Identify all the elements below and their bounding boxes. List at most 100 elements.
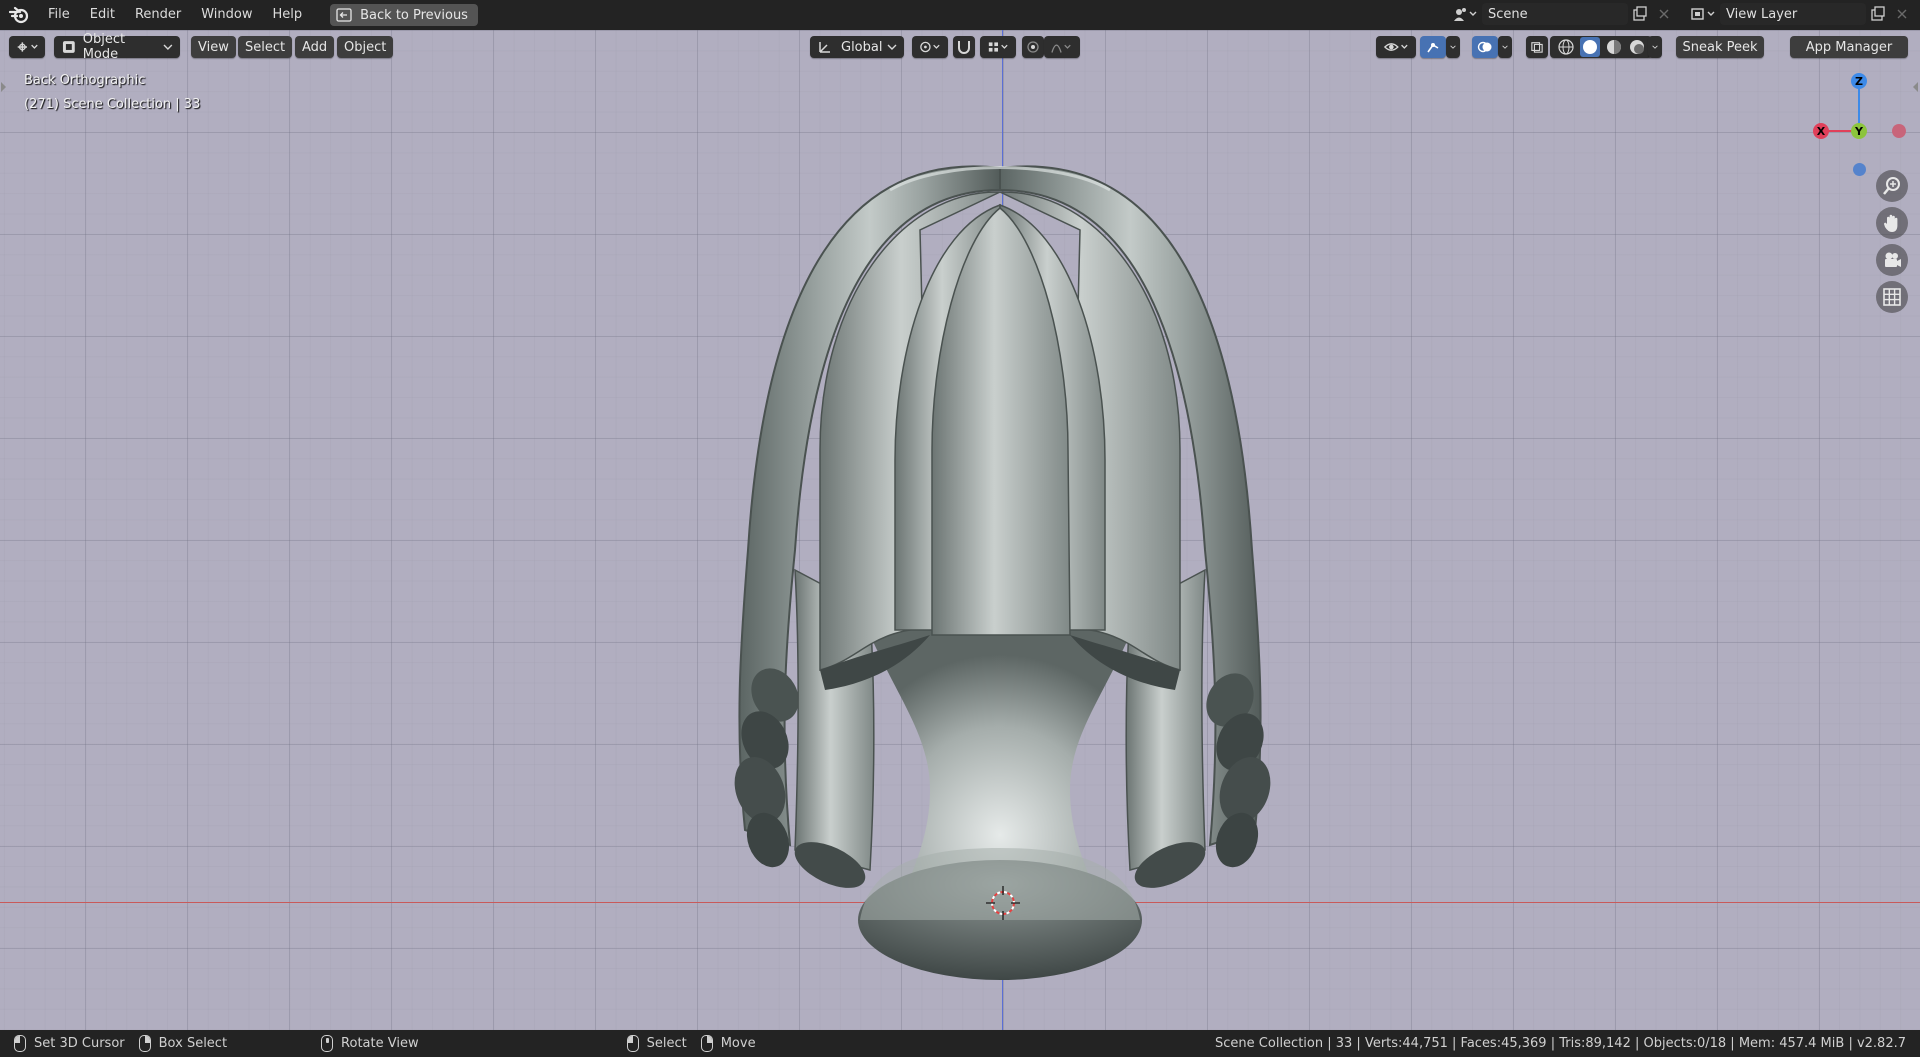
close-view-layer-icon[interactable] [1890, 3, 1914, 25]
back-to-previous-button[interactable]: Back to Previous [330, 4, 478, 26]
select-menu[interactable]: Select [238, 36, 293, 58]
menu-render[interactable]: Render [125, 3, 191, 27]
gizmo-x-positive[interactable]: X [1813, 123, 1829, 139]
toolbar-expand-arrow-icon[interactable] [0, 80, 8, 94]
new-view-layer-icon[interactable] [1866, 3, 1890, 25]
shading-mode-group [1550, 36, 1652, 58]
gizmo-y-positive[interactable]: Y [1851, 123, 1867, 139]
mouse-left-icon [626, 1035, 639, 1052]
status-rotate-view: Rotate View [321, 1035, 419, 1052]
magnet-icon [958, 41, 970, 54]
view-layer-name-field[interactable]: View Layer [1720, 3, 1866, 25]
status-bar: Set 3D Cursor Box Select Rotate View Sel… [0, 1030, 1920, 1057]
menu-window[interactable]: Window [191, 3, 262, 27]
editor-type-button[interactable] [9, 36, 45, 58]
object-mode-label: Object Mode [82, 32, 126, 62]
status-move-label: Move [720, 1036, 756, 1051]
show-overlays-toggle[interactable] [1472, 36, 1498, 58]
snap-toggle[interactable] [953, 36, 975, 58]
camera-icon [1885, 252, 1901, 267]
pan-view-button[interactable] [1876, 207, 1908, 239]
3d-cursor-icon[interactable] [985, 885, 1021, 921]
gizmo-z-positive[interactable]: Z [1851, 73, 1867, 89]
hand-icon [1883, 214, 1898, 232]
chevron-down-icon [1450, 45, 1456, 49]
menu-help[interactable]: Help [263, 3, 313, 27]
hair-mesh-object[interactable] [700, 130, 1300, 990]
scene-name-field[interactable]: Scene [1482, 3, 1628, 25]
status-select-label: Select [646, 1036, 687, 1051]
gizmo-icon [1427, 43, 1439, 53]
orientation-label: Global [841, 39, 883, 55]
chevron-down-icon [1502, 45, 1508, 49]
app-manager-button[interactable]: App Manager [1790, 36, 1908, 58]
proportional-edit-toggle[interactable] [1022, 36, 1044, 58]
close-scene-icon[interactable] [1652, 3, 1676, 25]
status-rotate-view-label: Rotate View [341, 1036, 419, 1051]
overlays-icon [1477, 41, 1492, 53]
mouse-right-icon [700, 1035, 713, 1052]
rendered-shading-icon[interactable] [1628, 38, 1646, 56]
add-menu[interactable]: Add [295, 36, 335, 58]
view-menu[interactable]: View [191, 36, 236, 58]
gizmo-z-negative[interactable] [1853, 163, 1866, 176]
gizmo-z-label: Z [1855, 74, 1863, 88]
mouse-middle-icon [321, 1035, 334, 1052]
3d-viewport[interactable]: Object Mode View Select Add Object Globa… [0, 30, 1920, 1030]
gizmo-options-dropdown[interactable] [1446, 36, 1460, 58]
menu-edit[interactable]: Edit [80, 3, 125, 27]
mouse-right-icon [138, 1035, 151, 1052]
transform-orientation-dropdown[interactable]: Global [810, 36, 904, 58]
scene-browse-icon[interactable] [1448, 3, 1482, 25]
back-arrow-icon [336, 8, 352, 22]
pivot-icon [920, 41, 940, 53]
status-set-cursor-label: Set 3D Cursor [34, 1036, 125, 1051]
object-mode-dropdown[interactable]: Object Mode [54, 32, 180, 62]
scene-name: Scene [1488, 6, 1528, 22]
eye-visibility-icon [1383, 43, 1408, 51]
view-layer-selector: View Layer [1686, 3, 1914, 25]
camera-view-button[interactable] [1876, 244, 1908, 276]
scene-selector: Scene [1448, 3, 1676, 25]
status-select: Select [626, 1035, 687, 1052]
menu-file[interactable]: File [38, 3, 80, 27]
material-shading-icon[interactable] [1605, 38, 1623, 56]
status-move: Move [700, 1035, 756, 1052]
status-set-cursor: Set 3D Cursor [14, 1035, 125, 1052]
solid-shading-icon[interactable] [1579, 37, 1600, 57]
proportional-edit-icon [1027, 41, 1039, 53]
chevron-down-icon [163, 44, 173, 50]
mouse-left-icon [14, 1035, 26, 1052]
gizmo-x-negative[interactable] [1892, 124, 1906, 138]
top-menu-bar: File Edit Render Window Help Back to Pre… [0, 0, 1920, 30]
zoom-icon [1883, 177, 1900, 195]
pivot-point-dropdown[interactable] [912, 36, 948, 58]
xray-toggle[interactable] [1526, 36, 1548, 58]
new-scene-icon[interactable] [1628, 3, 1652, 25]
overlays-options-dropdown[interactable] [1498, 36, 1512, 58]
chevron-down-icon [1652, 45, 1658, 49]
object-visibility-dropdown[interactable] [1376, 36, 1416, 58]
proportional-falloff-dropdown[interactable] [1044, 36, 1080, 58]
snap-element-dropdown[interactable] [980, 36, 1016, 58]
chevron-down-icon [887, 44, 897, 50]
navigation-gizmo[interactable]: Z X Y [1806, 70, 1916, 180]
zoom-view-button[interactable] [1876, 170, 1908, 202]
viewport-header: Object Mode View Select Add Object Globa… [0, 30, 1920, 64]
scene-statistics: Scene Collection | 33 | Verts:44,751 | F… [1215, 1036, 1906, 1051]
view-layer-browse-icon[interactable] [1686, 3, 1720, 25]
gizmo-y-label: Y [1855, 124, 1863, 138]
wireframe-shading-icon[interactable] [1557, 38, 1575, 56]
editor-type-icon [17, 42, 38, 52]
shading-options-dropdown[interactable] [1648, 36, 1662, 58]
back-button-label: Back to Previous [360, 7, 468, 23]
toggle-ortho-button[interactable] [1876, 281, 1908, 313]
sneak-peek-button[interactable]: Sneak Peek [1676, 36, 1764, 58]
falloff-curve-icon [1051, 44, 1071, 53]
orientation-icon [819, 42, 830, 53]
view-name-label: Back Orthographic [24, 73, 146, 88]
show-gizmo-toggle[interactable] [1420, 36, 1446, 58]
snap-grid-icon [988, 42, 1008, 52]
blender-logo-icon[interactable] [8, 4, 30, 26]
object-menu[interactable]: Object [337, 36, 394, 58]
